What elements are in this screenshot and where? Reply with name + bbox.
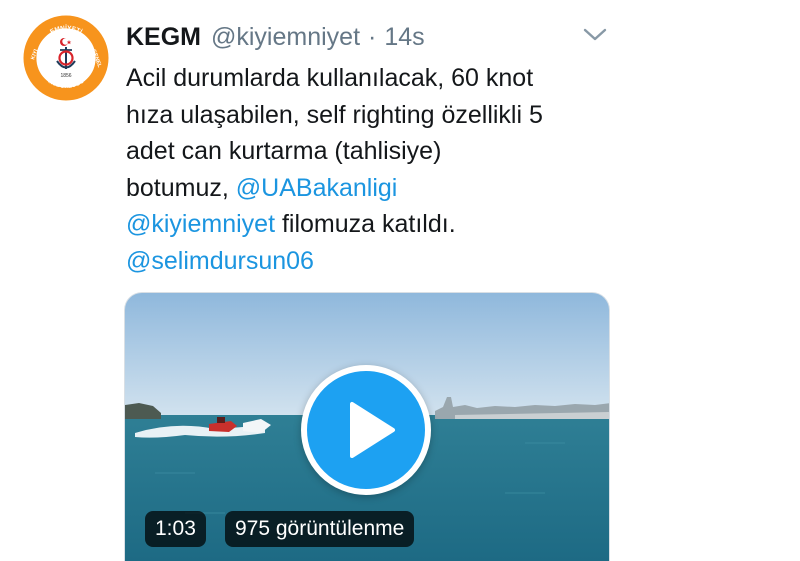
- tweet-text-segment: botumuz,: [126, 173, 236, 202]
- tweet-text-line: botumuz, @UABakanligi: [126, 170, 626, 207]
- tweet-text-line: @kiyiemniyet filomuza katıldı.: [126, 206, 626, 243]
- user-handle[interactable]: @kiyiemniyet: [211, 23, 360, 52]
- display-name[interactable]: KEGM: [126, 23, 201, 52]
- tweet-text-line: Acil durumlarda kullanılacak, 60 knot: [126, 60, 626, 97]
- video-duration-badge: 1:03: [145, 511, 206, 547]
- tweet-text-segment: hıza ulaşabilen, self righting özellikli…: [126, 100, 543, 129]
- tweet-text-segment: filomuza katıldı.: [275, 210, 456, 238]
- tweet-text: Acil durumlarda kullanılacak, 60 knot hız…: [126, 60, 626, 279]
- tweet-text-segment: adet can kurtarma (tahlisiye): [126, 137, 442, 165]
- video-player[interactable]: 1:03 975 görüntülenme: [124, 292, 610, 561]
- kegm-logo-icon: EMNİYETİ MÜDÜRLÜĞÜ KIYI GENEL 1856: [22, 14, 110, 102]
- tweet-text-line: @selimdursun06: [126, 243, 626, 280]
- tweet-card[interactable]: EMNİYETİ MÜDÜRLÜĞÜ KIYI GENEL 1856 KEGM …: [0, 0, 800, 561]
- tweet-header: KEGM @kiyiemniyet · 14s: [126, 20, 425, 54]
- tweet-text-line: hıza ulaşabilen, self righting özellikli…: [126, 97, 626, 134]
- mention-link[interactable]: @UABakanligi: [236, 174, 398, 202]
- mention-link[interactable]: @kiyiemniyet: [126, 210, 275, 238]
- separator-dot: ·: [368, 22, 377, 51]
- logo-year: 1856: [60, 73, 71, 79]
- tweet-text-line: adet can kurtarma (tahlisiye): [126, 133, 626, 170]
- mention-link[interactable]: @selimdursun06: [126, 247, 314, 275]
- profile-avatar[interactable]: EMNİYETİ MÜDÜRLÜĞÜ KIYI GENEL 1856: [22, 14, 110, 102]
- tweet-timestamp[interactable]: 14s: [384, 23, 424, 52]
- video-views-badge: 975 görüntülenme: [225, 511, 415, 547]
- chevron-down-icon: [583, 28, 607, 41]
- play-button[interactable]: [301, 365, 431, 495]
- tweet-options-button[interactable]: [582, 26, 608, 44]
- tweet-text-segment: Acil durumlarda kullanılacak, 60 knot: [126, 64, 534, 92]
- play-icon: [350, 402, 395, 458]
